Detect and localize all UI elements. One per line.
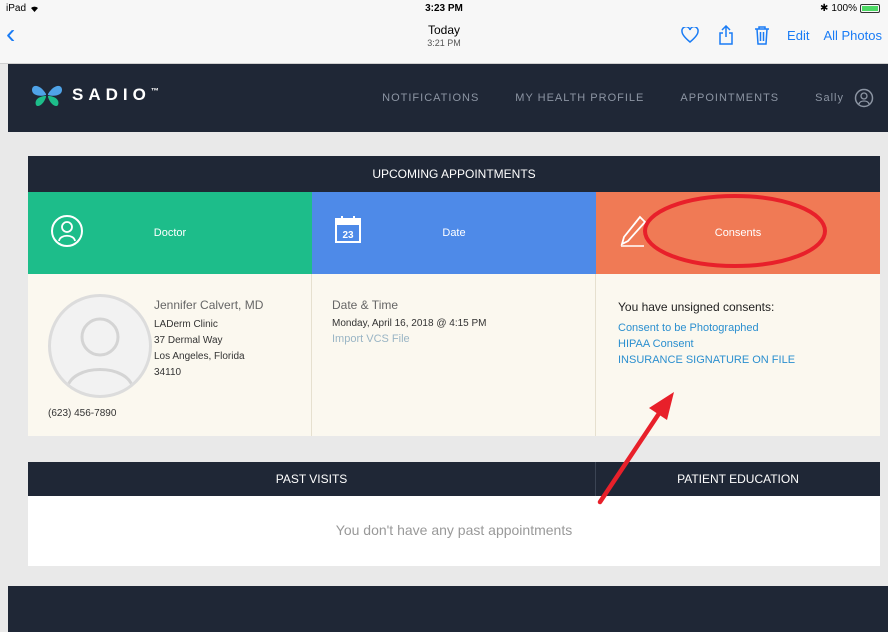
datetime-value: Monday, April 16, 2018 @ 4:15 PM [332, 318, 487, 329]
all-photos-button[interactable]: All Photos [823, 28, 882, 43]
nav-my-health-profile[interactable]: MY HEALTH PROFILE [515, 92, 644, 104]
app-header: SADIO™ NOTIFICATIONS MY HEALTH PROFILE A… [8, 64, 888, 132]
butterfly-logo-icon [32, 85, 62, 107]
tile-date[interactable]: 23 Date [312, 192, 596, 274]
share-icon[interactable] [715, 24, 737, 46]
nav-appointments[interactable]: APPOINTMENTS [680, 92, 779, 104]
bluetooth-icon: ✱ [820, 3, 829, 14]
past-visits-empty-message: You don't have any past appointments [335, 522, 573, 538]
appointment-tiles: Doctor 23 Date Consents [28, 192, 880, 274]
user-menu[interactable]: Sally [815, 88, 874, 108]
tile-doctor-label: Doctor [153, 227, 187, 239]
tab-patient-education[interactable]: PATIENT EDUCATION [596, 462, 880, 496]
doctor-name: Jennifer Calvert, MD [154, 298, 264, 312]
tile-date-label: Date [442, 227, 466, 239]
doctor-avatar [48, 294, 152, 398]
doctor-street: 37 Dermal Way [154, 335, 223, 346]
doctor-details: Jennifer Calvert, MD LADerm Clinic 37 De… [28, 274, 312, 436]
pen-icon [620, 215, 647, 247]
sadio-logo[interactable]: SADIO™ [30, 82, 159, 108]
doctor-icon [51, 215, 83, 247]
datetime-details: Date & Time Monday, April 16, 2018 @ 4:1… [312, 274, 596, 436]
heart-icon[interactable] [679, 24, 701, 46]
trash-icon[interactable] [751, 24, 773, 46]
photos-toolbar-actions: Edit All Photos [679, 24, 882, 46]
doctor-clinic: LADerm Clinic [154, 319, 218, 330]
doctor-zip: 34110 [154, 367, 182, 378]
edit-button[interactable]: Edit [787, 28, 809, 43]
ios-photos-toolbar: iPad 3:23 PM ✱ 100% ‹ Today 3:21 PM Edit… [0, 0, 888, 64]
past-visits-panel: PAST VISITS PATIENT EDUCATION You don't … [28, 462, 880, 566]
calendar-day: 23 [342, 230, 354, 241]
user-name: Sally [815, 92, 844, 104]
datetime-label: Date & Time [332, 298, 399, 312]
calendar-icon: 23 [335, 216, 361, 243]
past-visits-header: PAST VISITS PATIENT EDUCATION [28, 462, 880, 496]
tile-doctor[interactable]: Doctor [28, 192, 312, 274]
user-avatar-icon [854, 88, 874, 108]
logo-text: SADIO™ [72, 85, 159, 104]
appointment-details: Jennifer Calvert, MD LADerm Clinic 37 De… [28, 274, 880, 436]
consent-link-photographed[interactable]: Consent to be Photographed [618, 322, 759, 334]
battery-icon [860, 4, 880, 13]
consent-link-insurance[interactable]: INSURANCE SIGNATURE ON FILE [618, 354, 795, 366]
tab-past-visits[interactable]: PAST VISITS [28, 462, 596, 496]
upcoming-appointments-panel: UPCOMING APPOINTMENTS Doctor 23 Date Con… [28, 156, 880, 436]
battery-percent: 100% [831, 3, 857, 14]
tile-consents-label: Consents [714, 227, 762, 239]
import-vcs-link[interactable]: Import VCS File [332, 333, 410, 345]
nav-notifications[interactable]: NOTIFICATIONS [382, 92, 479, 104]
person-silhouette-icon [65, 317, 135, 390]
upcoming-appointments-title: UPCOMING APPOINTMENTS [28, 156, 880, 192]
consents-title: You have unsigned consents: [618, 300, 775, 314]
main-nav: NOTIFICATIONS MY HEALTH PROFILE APPOINTM… [382, 64, 874, 132]
status-battery: ✱ 100% [820, 3, 880, 14]
tile-consents[interactable]: Consents [596, 192, 880, 274]
status-time: 3:23 PM [425, 3, 463, 14]
consents-details: You have unsigned consents: Consent to b… [596, 274, 880, 436]
app-footer [8, 586, 888, 632]
doctor-city: Los Angeles, Florida [154, 351, 245, 362]
consent-link-hipaa[interactable]: HIPAA Consent [618, 338, 694, 350]
doctor-phone: (623) 456-7890 [48, 408, 117, 419]
